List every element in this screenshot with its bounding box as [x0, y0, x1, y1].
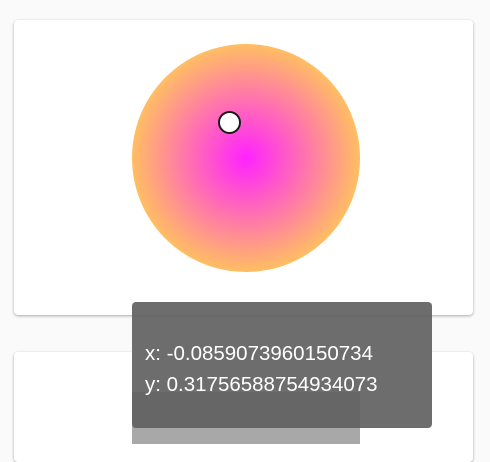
picker-handle[interactable] — [218, 111, 241, 134]
tooltip-x-value: x: -0.0859073960150734 — [145, 342, 373, 365]
coordinate-tooltip: x: -0.0859073960150734 y: 0.317565887549… — [132, 302, 432, 428]
radial-gradient-picker[interactable] — [132, 44, 360, 272]
tooltip-y-value: y: 0.31756588754934073 — [145, 373, 378, 396]
